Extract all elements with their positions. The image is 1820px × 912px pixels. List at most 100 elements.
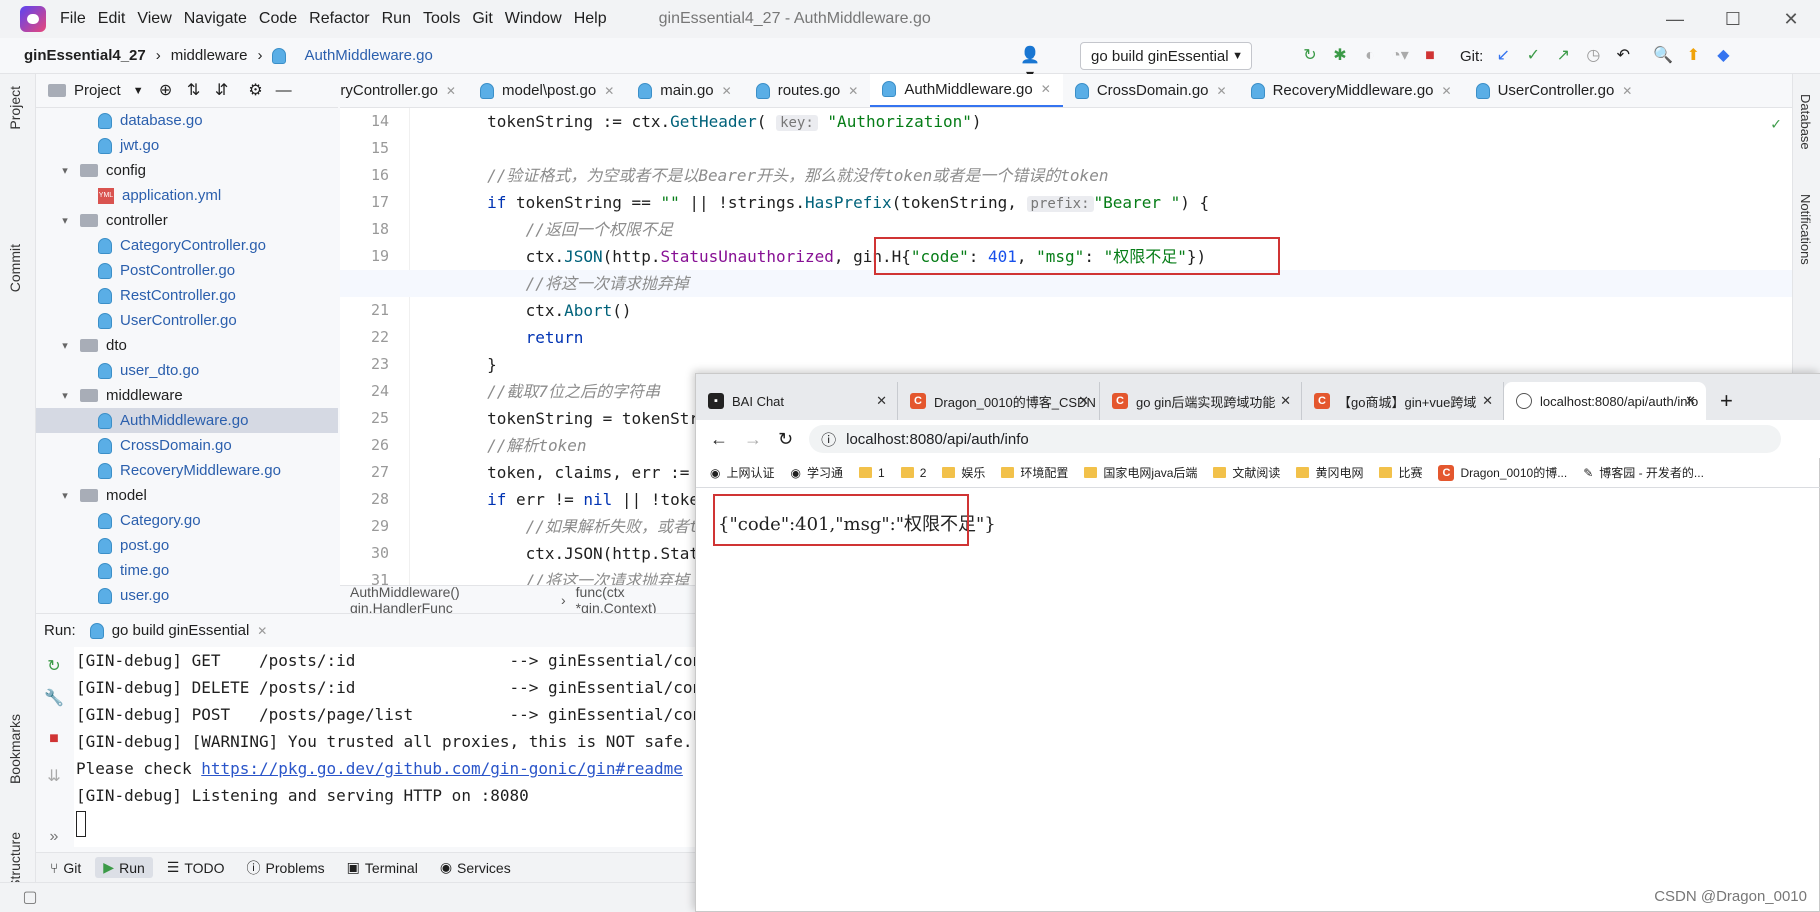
tree-item[interactable]: user.go xyxy=(36,583,338,608)
tree-item[interactable]: RecoveryMiddleware.go xyxy=(36,458,338,483)
menu-code[interactable]: Code xyxy=(259,10,297,28)
bookmark-item[interactable]: 娱乐 xyxy=(942,464,985,481)
tree-item[interactable]: YML application.yml xyxy=(36,183,338,208)
breadcrumb-folder[interactable]: middleware xyxy=(171,47,248,64)
profile-icon[interactable]: ◔▾ xyxy=(1390,46,1410,66)
bookmark-item[interactable]: ✎ 博客园 - 开发者的... xyxy=(1583,464,1704,481)
tree-item[interactable]: ▾ dto xyxy=(36,333,338,358)
close-icon[interactable]: ✕ xyxy=(1762,0,1820,38)
breadcrumb-closure[interactable]: func(ctx *gin.Context) xyxy=(576,584,700,616)
git-tool-button[interactable]: ⑂ Git xyxy=(42,858,89,878)
collapse-all-icon[interactable]: ⇵ xyxy=(212,81,232,101)
editor-tab[interactable]: RecoveryMiddleware.go ✕ xyxy=(1239,74,1464,107)
close-icon[interactable]: ✕ xyxy=(1482,393,1493,409)
run-console[interactable]: [GIN-debug] GET /posts/:id --> ginEssent… xyxy=(74,647,696,847)
close-icon[interactable]: ✕ xyxy=(604,84,614,98)
tree-item[interactable]: ▾ middleware xyxy=(36,383,338,408)
todo-tool-button[interactable]: ☰ TODO xyxy=(159,857,233,878)
breadcrumb-file[interactable]: AuthMiddleware.go xyxy=(304,47,432,64)
reload-icon[interactable]: ↻ xyxy=(778,429,793,450)
editor-tab[interactable]: routes.go ✕ xyxy=(744,74,871,107)
browser-tab-active[interactable]: localhost:8080/api/auth/info ✕ xyxy=(1504,382,1706,420)
tree-item[interactable]: CategoryController.go xyxy=(36,233,338,258)
tree-item[interactable]: AuthMiddleware.go xyxy=(36,408,338,433)
editor-tab[interactable]: CrossDomain.go ✕ xyxy=(1063,74,1239,107)
run-tab[interactable]: go build ginEssential xyxy=(112,622,250,639)
console-link[interactable]: https://pkg.go.dev/github.com/gin-gonic/… xyxy=(201,759,683,778)
menu-navigate[interactable]: Navigate xyxy=(184,10,247,28)
project-tool-label[interactable]: Project xyxy=(7,86,23,130)
bookmark-item[interactable]: 比赛 xyxy=(1379,464,1422,481)
tree-item[interactable]: Category.go xyxy=(36,508,338,533)
chevron-down-icon[interactable]: ▾ xyxy=(58,164,72,177)
maximize-icon[interactable]: ☐ xyxy=(1704,0,1762,38)
menu-window[interactable]: Window xyxy=(505,10,562,28)
new-tab-icon[interactable]: + xyxy=(1706,382,1733,420)
bookmark-item[interactable]: 1 xyxy=(859,466,885,480)
menu-run[interactable]: Run xyxy=(382,10,411,28)
git-push-icon[interactable]: ↗ xyxy=(1553,46,1573,66)
tree-item[interactable]: UserController.go xyxy=(36,308,338,333)
bookmarks-tool-label[interactable]: Bookmarks xyxy=(7,714,23,784)
bookmark-item[interactable]: 文献阅读 xyxy=(1213,464,1280,481)
search-icon[interactable]: 🔍 xyxy=(1653,46,1673,66)
menu-git[interactable]: Git xyxy=(472,10,492,28)
layout-icon[interactable]: ▢ xyxy=(20,888,40,908)
menu-refactor[interactable]: Refactor xyxy=(309,10,369,28)
tree-item[interactable]: RestController.go xyxy=(36,283,338,308)
git-update-icon[interactable]: ↙ xyxy=(1493,46,1513,66)
close-tab-icon[interactable]: ✕ xyxy=(257,624,267,638)
tree-item[interactable]: time.go xyxy=(36,558,338,583)
tree-item[interactable]: ▾ model xyxy=(36,483,338,508)
rerun-icon[interactable]: ↻ xyxy=(1300,46,1320,66)
more-icon[interactable]: » xyxy=(44,827,64,847)
rerun-icon[interactable]: ↻ xyxy=(44,657,64,677)
chevron-down-icon[interactable]: ▾ xyxy=(58,389,72,402)
menu-file[interactable]: File xyxy=(60,10,86,28)
tree-item[interactable]: ▾ controller xyxy=(36,208,338,233)
close-icon[interactable]: ✕ xyxy=(1280,393,1291,409)
bookmark-item[interactable]: 国家电网java后端 xyxy=(1084,464,1197,481)
chevron-down-icon[interactable]: ▾ xyxy=(58,214,72,227)
close-icon[interactable]: ✕ xyxy=(1078,393,1089,409)
stop-icon[interactable]: ■ xyxy=(1420,46,1440,66)
close-icon[interactable]: ✕ xyxy=(848,84,858,98)
chevron-down-icon[interactable]: ▼ xyxy=(133,85,144,97)
tree-item[interactable]: database.go xyxy=(36,108,338,133)
project-panel-title[interactable]: Project xyxy=(74,82,121,99)
forward-icon[interactable]: → xyxy=(744,429,762,450)
minimize-icon[interactable]: — xyxy=(1646,0,1704,38)
services-tool-button[interactable]: ◉ Services xyxy=(432,857,519,878)
user-icon[interactable]: 👤▾ xyxy=(1020,46,1040,84)
menu-edit[interactable]: Edit xyxy=(98,10,126,28)
coverage-icon[interactable]: ◐ xyxy=(1360,46,1380,66)
browser-tab[interactable]: Cgo gin后端实现跨域功能 ✕ xyxy=(1100,382,1302,420)
editor-tab[interactable]: CategoryController.go ✕ xyxy=(340,74,468,107)
commit-tool-label[interactable]: Commit xyxy=(7,244,23,292)
update-icon[interactable]: ⬆ xyxy=(1683,46,1703,66)
run-configuration-select[interactable]: go build ginEssential ▼ xyxy=(1080,42,1252,70)
back-icon[interactable]: ← xyxy=(710,429,728,450)
close-icon[interactable]: ✕ xyxy=(1041,82,1051,96)
tree-item[interactable]: CrossDomain.go xyxy=(36,433,338,458)
bookmark-item[interactable]: ◉ 学习通 xyxy=(791,464,844,481)
bookmark-item[interactable]: 环境配置 xyxy=(1001,464,1068,481)
locate-icon[interactable]: ⊕ xyxy=(156,81,176,101)
bookmark-item[interactable]: 2 xyxy=(900,466,926,480)
bookmark-item[interactable]: ◉ 上网认证 xyxy=(710,464,775,481)
close-icon[interactable]: ✕ xyxy=(1622,84,1632,98)
close-icon[interactable]: ✕ xyxy=(876,393,887,409)
editor-tab[interactable]: AuthMiddleware.go ✕ xyxy=(870,74,1063,107)
debug-icon[interactable]: ✱ xyxy=(1330,46,1350,66)
editor-tab[interactable]: UserController.go ✕ xyxy=(1464,74,1645,107)
ide-icon[interactable]: ◆ xyxy=(1713,46,1733,66)
tree-item[interactable]: jwt.go xyxy=(36,133,338,158)
close-icon[interactable]: ✕ xyxy=(1685,393,1696,409)
inspection-ok-icon[interactable]: ✓ xyxy=(1766,114,1786,134)
tree-item[interactable]: user_dto.go xyxy=(36,358,338,383)
git-rollback-icon[interactable]: ↶ xyxy=(1613,46,1633,66)
wrench-icon[interactable]: 🔧 xyxy=(44,689,64,709)
structure-tool-label[interactable]: Structure xyxy=(7,832,23,889)
scroll-end-icon[interactable]: ⇊ xyxy=(44,767,64,787)
database-tool-label[interactable]: Database xyxy=(1798,94,1813,150)
